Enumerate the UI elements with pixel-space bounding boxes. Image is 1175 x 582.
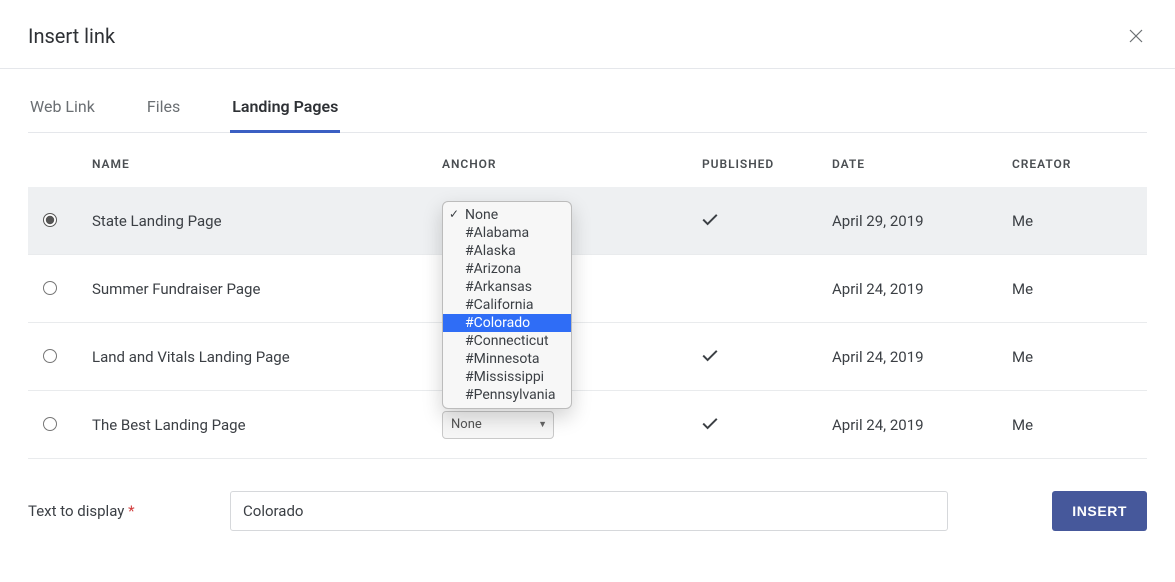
anchor-option[interactable]: #Alabama [443, 224, 571, 242]
check-icon [702, 348, 718, 362]
required-mark: * [128, 502, 134, 520]
chevron-down-icon: ▼ [538, 419, 547, 430]
anchor-option[interactable]: #Arkansas [443, 278, 571, 296]
text-to-display-label: Text to display * [28, 502, 224, 520]
anchor-option[interactable]: #Pennsylvania [443, 386, 571, 404]
col-anchor: ANCHOR [442, 157, 702, 171]
row-name: State Landing Page [92, 212, 442, 230]
col-creator: CREATOR [1012, 157, 1152, 171]
row-radio[interactable] [43, 417, 57, 431]
table-row[interactable]: Summer Fundraiser Page April 24, 2019 Me [28, 255, 1147, 323]
tab-web-link[interactable]: Web Link [28, 97, 97, 133]
row-date: April 24, 2019 [832, 348, 1012, 366]
anchor-option[interactable]: None [443, 206, 571, 224]
row-radio[interactable] [43, 213, 57, 227]
table-row[interactable]: The Best Landing Page None ▼ April 24, 2… [28, 391, 1147, 459]
anchor-dropdown[interactable]: None#Alabama#Alaska#Arizona#Arkansas#Cal… [442, 201, 572, 409]
col-published: PUBLISHED [702, 157, 832, 171]
table-row[interactable]: Land and Vitals Landing Page April 24, 2… [28, 323, 1147, 391]
col-date: DATE [832, 157, 1012, 171]
table-header: NAME ANCHOR PUBLISHED DATE CREATOR [28, 133, 1147, 187]
row-name: Land and Vitals Landing Page [92, 348, 442, 366]
tab-files[interactable]: Files [145, 97, 182, 133]
anchor-option[interactable]: #Alaska [443, 242, 571, 260]
col-name: NAME [92, 157, 442, 171]
tab-bar: Web Link Files Landing Pages [28, 69, 1147, 133]
row-date: April 24, 2019 [832, 280, 1012, 298]
row-creator: Me [1012, 212, 1152, 230]
row-radio[interactable] [43, 349, 57, 363]
row-creator: Me [1012, 280, 1152, 298]
tab-landing-pages[interactable]: Landing Pages [230, 97, 340, 133]
dialog-title: Insert link [28, 24, 115, 48]
row-date: April 29, 2019 [832, 212, 1012, 230]
anchor-option[interactable]: #Connecticut [443, 332, 571, 350]
dialog-content: Web Link Files Landing Pages NAME ANCHOR… [0, 69, 1175, 531]
anchor-option[interactable]: #Minnesota [443, 350, 571, 368]
anchor-option[interactable]: #Mississippi [443, 368, 571, 386]
anchor-option[interactable]: #Arizona [443, 260, 571, 278]
row-creator: Me [1012, 348, 1152, 366]
text-to-display-input[interactable] [230, 491, 948, 531]
check-icon [702, 416, 718, 430]
anchor-select-value: None [451, 417, 482, 432]
anchor-option[interactable]: #California [443, 296, 571, 314]
dialog-header: Insert link [0, 0, 1175, 69]
table-row[interactable]: State Landing Page None ▼ None#Alabama#A… [28, 187, 1147, 255]
row-name: The Best Landing Page [92, 416, 442, 434]
close-icon [1129, 29, 1143, 43]
footer: Text to display * INSERT [28, 491, 1147, 531]
row-name: Summer Fundraiser Page [92, 280, 442, 298]
landing-pages-table: NAME ANCHOR PUBLISHED DATE CREATOR State… [28, 133, 1147, 459]
check-icon [702, 212, 718, 226]
anchor-option[interactable]: #Colorado [443, 314, 571, 332]
row-radio[interactable] [43, 281, 57, 295]
insert-button[interactable]: INSERT [1052, 491, 1147, 531]
row-date: April 24, 2019 [832, 416, 1012, 434]
anchor-select[interactable]: None ▼ [442, 411, 554, 439]
row-creator: Me [1012, 416, 1152, 434]
close-button[interactable] [1127, 27, 1145, 45]
